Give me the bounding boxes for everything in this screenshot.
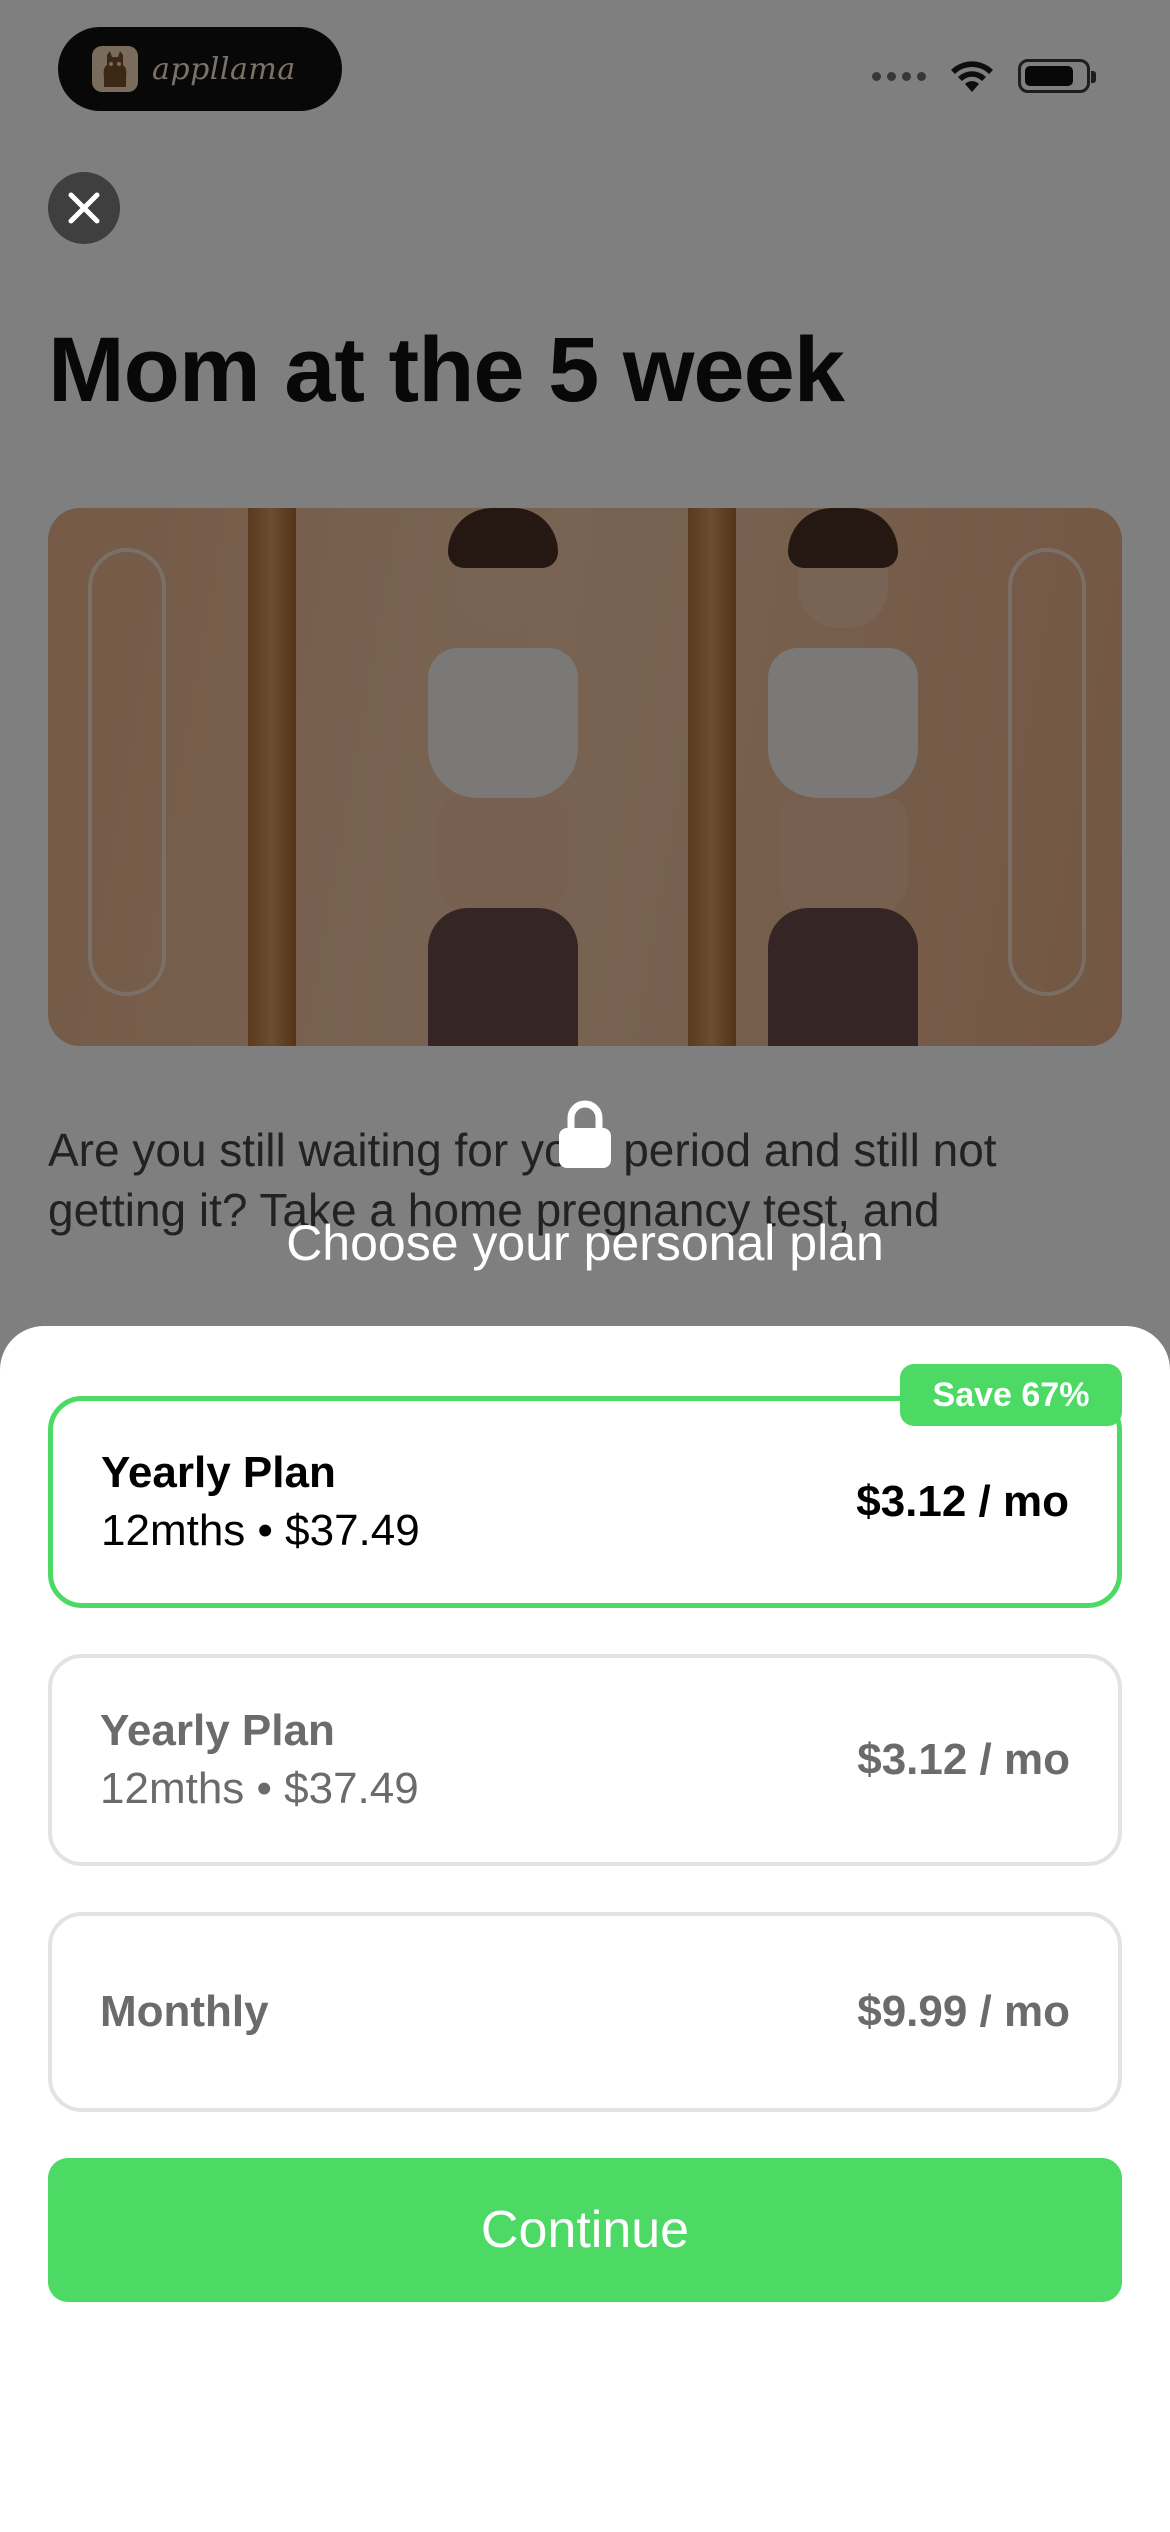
plan-name: Yearly Plan <box>101 1448 336 1497</box>
plan-detail: 12mths • $37.49 <box>100 1764 419 1813</box>
save-badge: Save 67% <box>900 1364 1122 1426</box>
plan-info: Yearly Plan 12mths • $37.49 <box>101 1448 420 1556</box>
lock-icon <box>557 1098 613 1170</box>
continue-button[interactable]: Continue <box>48 2158 1122 2302</box>
plan-option-monthly[interactable]: Monthly $9.99 / mo <box>48 1912 1122 2112</box>
plan-price: $3.12 / mo <box>857 1735 1070 1784</box>
plan-name: Monthly <box>100 1987 269 2036</box>
modal-overlay[interactable] <box>0 0 1170 1400</box>
plan-name: Yearly Plan <box>100 1706 335 1755</box>
close-button[interactable] <box>48 172 120 244</box>
paywall-heading: Choose your personal plan <box>286 1215 884 1271</box>
plan-detail: 12mths • $37.49 <box>101 1506 420 1555</box>
close-icon <box>68 192 100 224</box>
plan-price: $9.99 / mo <box>857 1987 1070 2036</box>
plan-option-yearly[interactable]: Yearly Plan 12mths • $37.49 $3.12 / mo <box>48 1654 1122 1866</box>
plan-option-yearly-selected[interactable]: Yearly Plan 12mths • $37.49 $3.12 / mo <box>48 1396 1122 1608</box>
plan-info: Yearly Plan 12mths • $37.49 <box>100 1706 419 1814</box>
plan-price: $3.12 / mo <box>856 1477 1069 1526</box>
